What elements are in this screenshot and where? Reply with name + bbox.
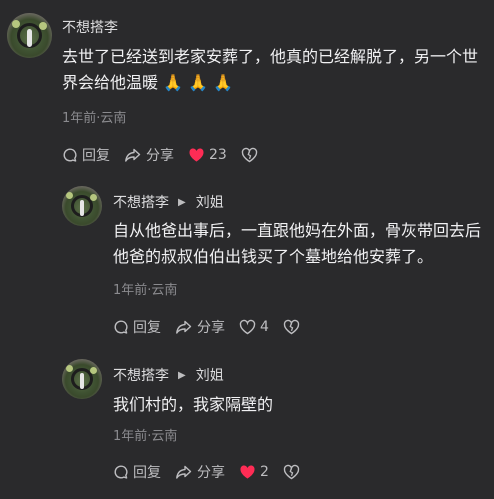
heart-outline-icon — [239, 319, 256, 335]
avatar[interactable] — [7, 13, 52, 58]
reply-label: 回复 — [133, 465, 161, 481]
broken-heart-icon — [241, 147, 258, 163]
share-button[interactable]: 分享 — [175, 462, 225, 482]
action-bar: 回复 分享 4 — [113, 317, 318, 337]
reply-to-name[interactable]: 刘姐 — [196, 192, 224, 212]
author-name[interactable]: 不想搭李 — [62, 17, 118, 37]
reply-icon — [63, 148, 77, 162]
heart-filled-icon — [240, 465, 255, 479]
reply-button[interactable]: 回复 — [113, 317, 161, 337]
reply-icon — [114, 320, 128, 334]
reply-arrow-icon: ▶ — [178, 196, 186, 208]
comment-text: 自从他爸出事后，一直跟他妈在外面，骨灰带回去后他爸的叔叔伯伯出钱买了个墓地给他安… — [113, 221, 482, 266]
like-count: 4 — [260, 319, 269, 335]
like-count: 2 — [260, 464, 269, 480]
reply-arrow-icon: ▶ — [178, 369, 186, 381]
comment-meta: 1年前·云南 — [62, 111, 127, 126]
like-button[interactable]: 23 — [188, 147, 227, 163]
author-name[interactable]: 不想搭李 — [113, 365, 169, 385]
reply-button[interactable]: 回复 — [62, 145, 110, 165]
reply-icon — [114, 465, 128, 479]
dislike-button[interactable] — [283, 464, 304, 480]
share-button[interactable]: 分享 — [175, 317, 225, 337]
dislike-button[interactable] — [283, 319, 304, 335]
avatar[interactable] — [62, 359, 102, 399]
avatar[interactable] — [62, 186, 102, 226]
comment-text: 我们村的，我家隔壁的 — [113, 395, 274, 414]
like-count: 23 — [209, 147, 227, 163]
author-name[interactable]: 不想搭李 — [113, 192, 169, 212]
action-bar: 回复 分享 23 — [62, 145, 276, 165]
share-label: 分享 — [197, 465, 225, 481]
share-icon — [125, 148, 141, 162]
broken-heart-icon — [283, 464, 300, 480]
share-label: 分享 — [146, 148, 174, 164]
comment-meta: 1年前·云南 — [113, 429, 178, 444]
comment-text: 去世了已经送到老家安葬了，他真的已经解脱了，另一个世界会给他温暖 🙏 🙏 🙏 — [62, 47, 479, 92]
broken-heart-icon — [283, 319, 300, 335]
share-label: 分享 — [197, 320, 225, 336]
reply-label: 回复 — [133, 320, 161, 336]
like-button[interactable]: 2 — [239, 464, 269, 480]
action-bar: 回复 分享 2 — [113, 462, 318, 482]
reply-to-name[interactable]: 刘姐 — [196, 365, 224, 385]
share-icon — [176, 320, 192, 334]
share-button[interactable]: 分享 — [124, 145, 174, 165]
like-button[interactable]: 4 — [239, 319, 269, 335]
reply-button[interactable]: 回复 — [113, 462, 161, 482]
share-icon — [176, 465, 192, 479]
comment-meta: 1年前·云南 — [113, 283, 178, 298]
heart-filled-icon — [189, 148, 204, 162]
reply-label: 回复 — [82, 148, 110, 164]
dislike-button[interactable] — [241, 147, 262, 163]
